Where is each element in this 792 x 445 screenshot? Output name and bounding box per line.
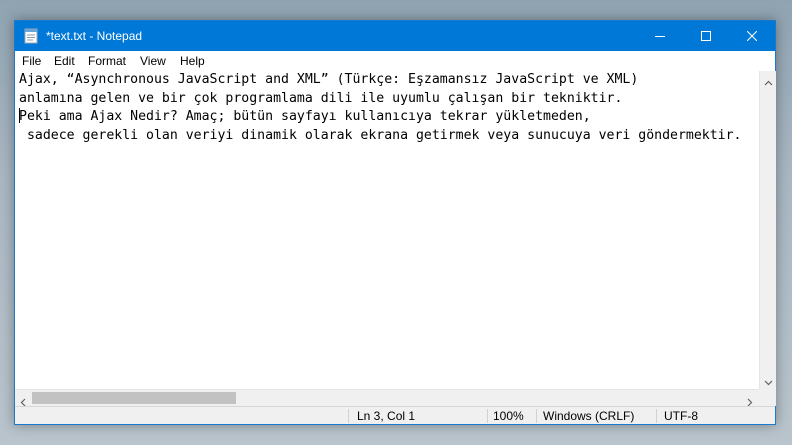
editor-line: sadece gerekli olan veriyi dinamik olara…	[19, 128, 742, 143]
horizontal-scrollbar[interactable]	[15, 389, 759, 407]
menu-edit[interactable]: Edit	[54, 54, 75, 68]
scroll-right-icon[interactable]	[745, 394, 754, 407]
editor-line: Peki ama Ajax Nedir? Amaç; bütün sayfayı…	[19, 109, 591, 124]
status-line-ending: Windows (CRLF)	[543, 409, 635, 423]
menu-help[interactable]: Help	[180, 54, 205, 68]
status-encoding: UTF-8	[664, 409, 698, 423]
close-icon	[747, 31, 757, 41]
window-title: *text.txt - Notepad	[46, 29, 143, 43]
status-cursor-position: Ln 3, Col 1	[357, 409, 416, 423]
notepad-window: *text.txt - Notepad File Edit Format Vie…	[14, 20, 776, 425]
status-bar: Ln 3, Col 1 100% Windows (CRLF) UTF-8	[15, 406, 775, 424]
minimize-button[interactable]	[637, 21, 683, 51]
title-bar[interactable]: *text.txt - Notepad	[15, 21, 775, 51]
editor-line: anlamına gelen ve bir çok programlama di…	[19, 91, 623, 106]
menu-bar: File Edit Format View Help	[15, 51, 775, 71]
menu-file[interactable]: File	[22, 54, 41, 68]
scroll-up-icon[interactable]	[764, 75, 773, 86]
status-divider	[348, 409, 349, 423]
status-divider	[536, 409, 537, 423]
menu-view[interactable]: View	[140, 54, 166, 68]
editor-line: Ajax, “Asynchronous JavaScript and XML” …	[19, 72, 639, 87]
scroll-left-icon[interactable]	[19, 394, 28, 407]
maximize-icon	[701, 31, 711, 41]
maximize-button[interactable]	[683, 21, 729, 51]
status-divider	[487, 409, 488, 423]
text-editor[interactable]: Ajax, “Asynchronous JavaScript and XML” …	[15, 71, 759, 389]
minimize-icon	[655, 36, 665, 37]
status-zoom: 100%	[493, 409, 524, 423]
vertical-scrollbar[interactable]	[759, 71, 776, 389]
close-button[interactable]	[729, 21, 775, 51]
notepad-icon	[24, 28, 38, 44]
horizontal-scroll-thumb[interactable]	[32, 392, 236, 404]
scroll-down-icon[interactable]	[764, 374, 773, 386]
menu-format[interactable]: Format	[88, 54, 126, 68]
text-caret	[19, 108, 20, 123]
status-divider	[656, 409, 657, 423]
scrollbar-corner	[759, 389, 776, 406]
